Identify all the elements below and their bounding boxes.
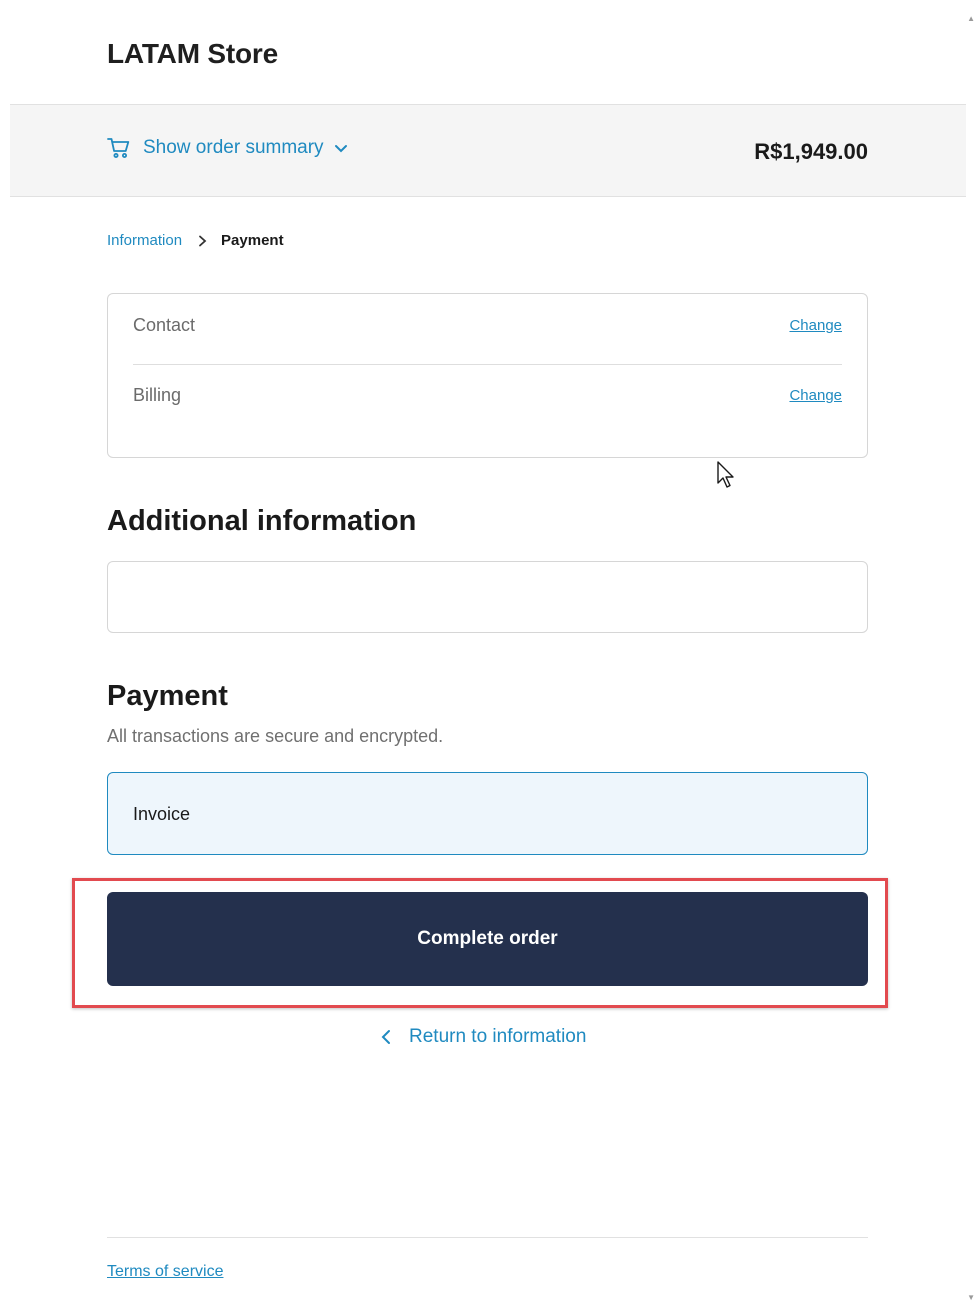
show-order-summary-label: Show order summary	[143, 137, 324, 158]
contact-label: Contact	[133, 315, 196, 335]
terms-of-service-link[interactable]: Terms of service	[107, 1263, 223, 1281]
footer-divider	[107, 1237, 868, 1238]
payment-security-note: All transactions are secure and encrypte…	[107, 726, 444, 746]
review-row-contact: Contact Change	[133, 315, 842, 345]
chevron-down-icon	[334, 143, 348, 153]
billing-label: Billing	[133, 385, 182, 405]
chevron-right-icon	[198, 235, 207, 247]
cart-icon	[107, 137, 131, 159]
mouse-cursor-icon	[716, 460, 736, 495]
order-total: R$1,949.00	[754, 139, 868, 164]
change-contact-link[interactable]: Change	[789, 317, 842, 334]
payment-heading: Payment	[107, 680, 228, 712]
breadcrumb-information-link[interactable]: Information	[107, 232, 182, 249]
change-billing-link[interactable]: Change	[789, 387, 842, 404]
review-divider	[133, 364, 842, 365]
scroll-up-arrow-icon[interactable]: ▲	[967, 14, 975, 23]
review-block: Contact Change Billing Change	[107, 293, 868, 458]
show-order-summary-toggle[interactable]: Show order summary	[107, 137, 348, 159]
scroll-down-arrow-icon[interactable]: ▼	[967, 1293, 975, 1302]
breadcrumb-payment-current: Payment	[221, 232, 284, 249]
order-summary-bar: Show order summary R$1,949.00	[10, 104, 966, 197]
additional-information-input[interactable]	[107, 561, 868, 633]
complete-order-button[interactable]: Complete order	[107, 892, 868, 986]
breadcrumb: Information Payment	[107, 232, 284, 249]
chevron-left-icon	[381, 1029, 391, 1045]
additional-information-heading: Additional information	[107, 505, 417, 537]
review-row-billing: Billing Change	[133, 385, 842, 415]
payment-method-label: Invoice	[133, 804, 191, 824]
store-name: LATAM Store	[107, 38, 278, 69]
return-to-information-link[interactable]: Return to information	[381, 1026, 586, 1048]
scrollbar[interactable]: ▲ ▼	[967, 0, 976, 1307]
return-to-information-label: Return to information	[409, 1026, 587, 1047]
payment-method-invoice[interactable]: Invoice	[107, 772, 868, 855]
